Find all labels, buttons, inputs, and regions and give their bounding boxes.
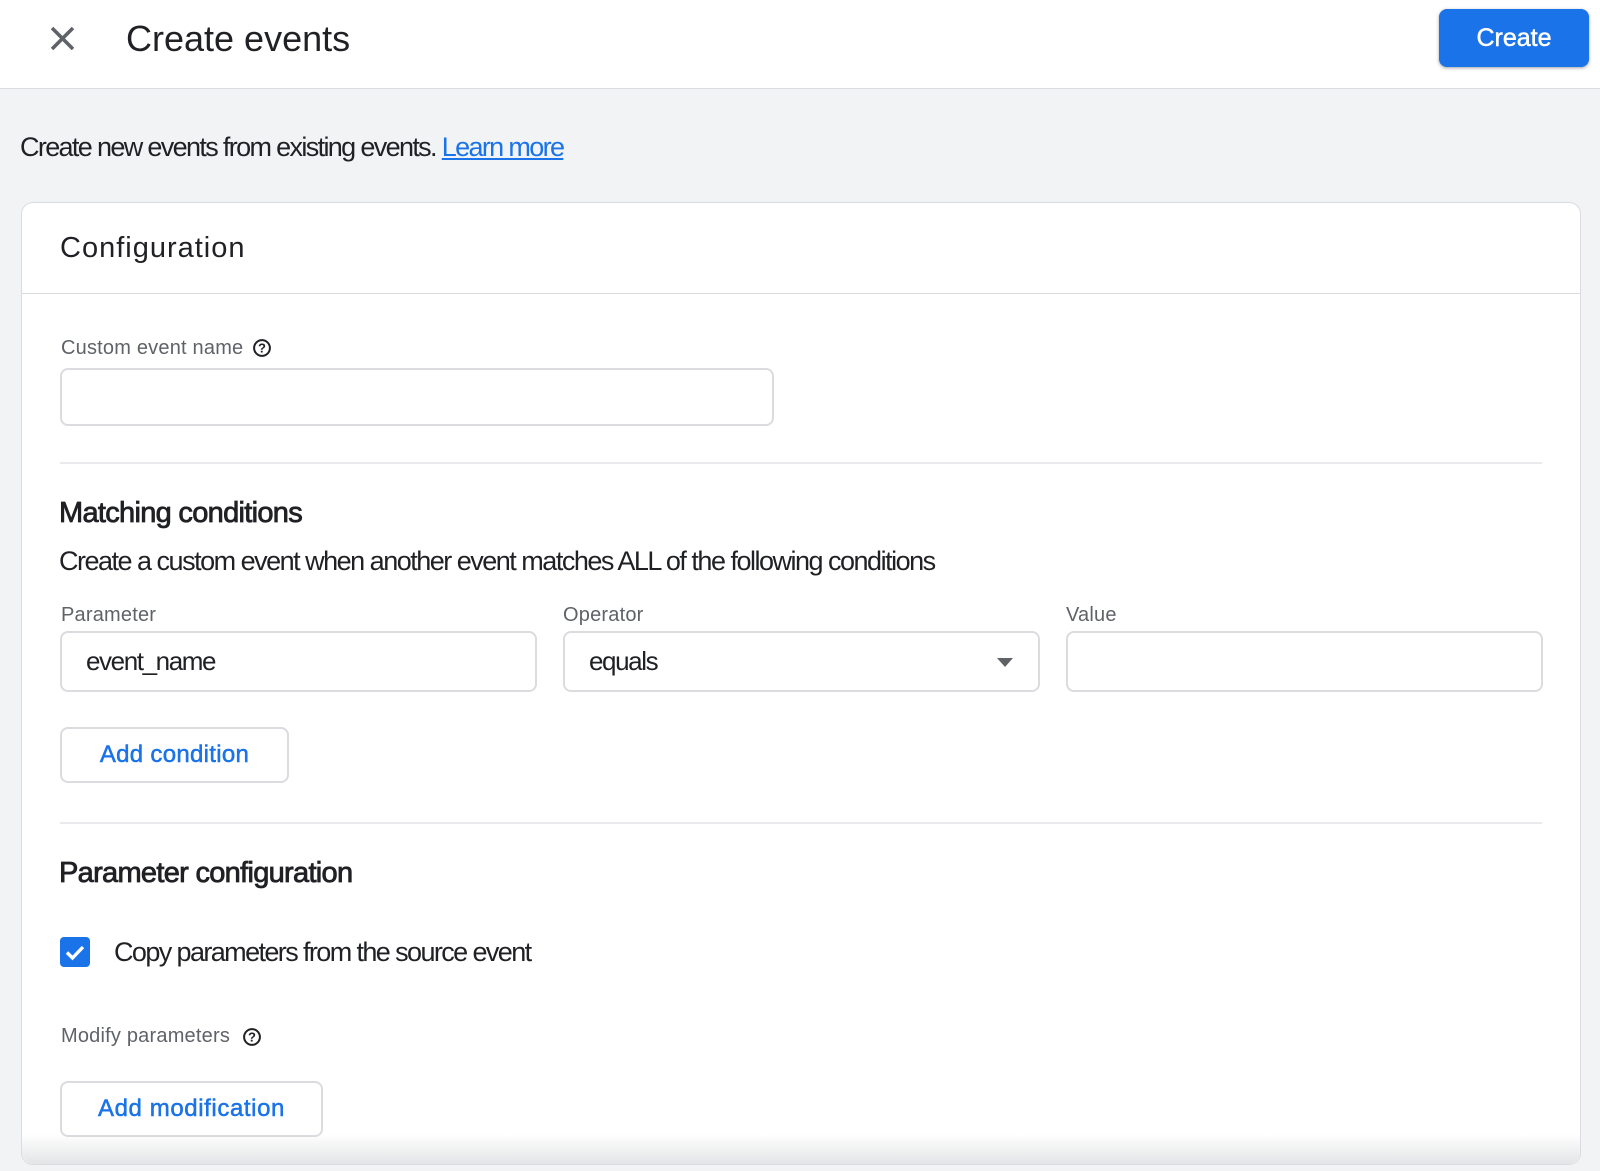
svg-text:?: ? <box>258 341 266 356</box>
svg-text:?: ? <box>248 1030 256 1045</box>
